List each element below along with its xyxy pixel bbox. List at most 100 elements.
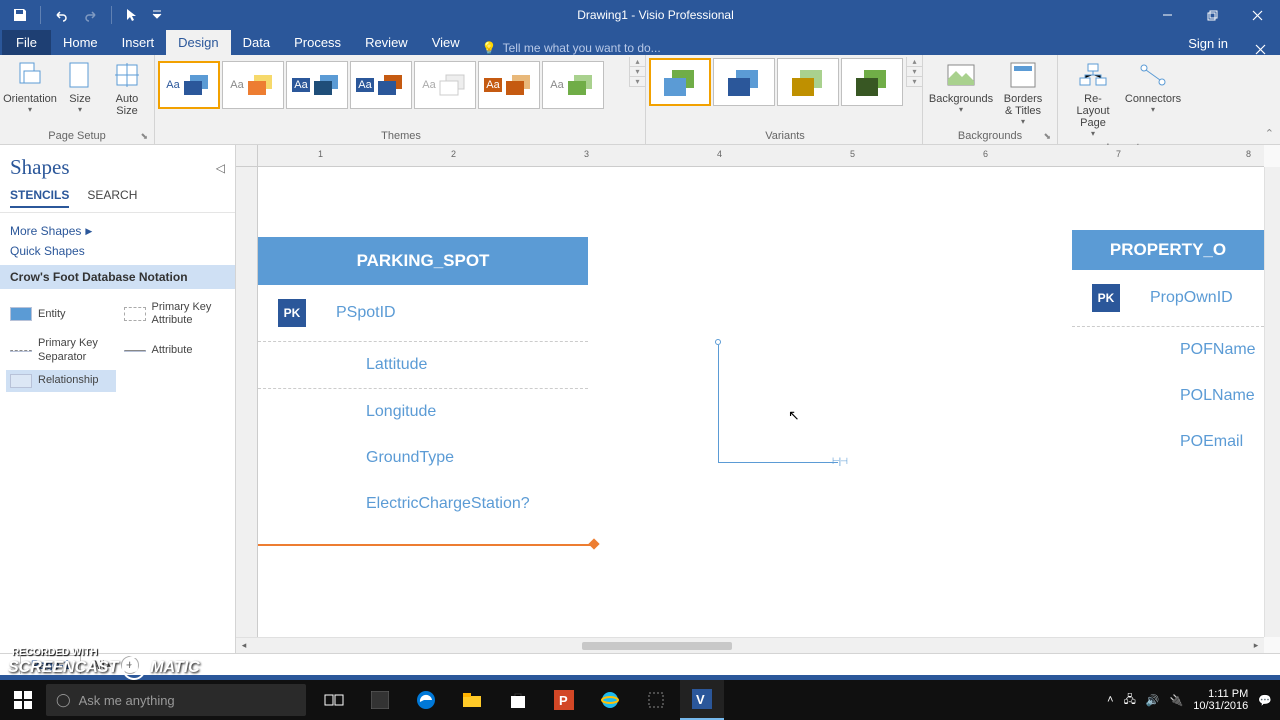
theme-option[interactable]: Aa: [222, 61, 284, 109]
taskbar-store[interactable]: [496, 680, 540, 720]
vertical-scrollbar[interactable]: [1264, 167, 1280, 637]
close-button[interactable]: [1235, 0, 1280, 30]
theme-option[interactable]: Aa: [350, 61, 412, 109]
shape-pk-separator[interactable]: Primary Key Separator: [6, 333, 116, 367]
ruler-corner: [236, 145, 258, 167]
gallery-expand-button[interactable]: ▾: [630, 77, 645, 87]
stencils-tab[interactable]: STENCILS: [10, 188, 69, 208]
theme-option[interactable]: Aa: [478, 61, 540, 109]
dialog-launcher[interactable]: ⬊: [140, 131, 148, 142]
shape-entity[interactable]: Entity: [6, 297, 116, 331]
connectors-button[interactable]: Connectors▾: [1124, 57, 1182, 116]
system-tray: ˄ 🖧 🔊 🔌 1:11 PM 10/31/2016 💬: [1107, 688, 1280, 712]
active-stencil[interactable]: Crow's Foot Database Notation: [0, 265, 235, 289]
shape-pk-attribute[interactable]: Primary Key Attribute: [120, 297, 230, 331]
scroll-down-button[interactable]: ▾: [630, 67, 645, 77]
taskbar-visio[interactable]: V: [680, 680, 724, 720]
start-button[interactable]: [0, 680, 46, 720]
relayout-button[interactable]: Re-Layout Page▾: [1064, 57, 1122, 140]
scroll-thumb[interactable]: [582, 642, 732, 650]
selection-handle[interactable]: [588, 538, 599, 549]
taskbar-search[interactable]: ◯ Ask me anything: [46, 684, 306, 716]
shape-relationship[interactable]: Relationship: [6, 370, 116, 392]
taskbar-app[interactable]: [358, 680, 402, 720]
tab-review[interactable]: Review: [353, 30, 420, 55]
entity-property-owner[interactable]: PROPERTY_O PKPropOwnID POFName POLName P…: [1072, 230, 1264, 465]
more-shapes-link[interactable]: More Shapes ▶: [10, 221, 225, 241]
attribute: POEmail: [1180, 433, 1243, 451]
pointer-tool-button[interactable]: [118, 3, 146, 27]
tab-data[interactable]: Data: [231, 30, 282, 55]
watermark-logo-icon: [122, 656, 146, 680]
restore-button[interactable]: [1190, 0, 1235, 30]
close-document-button[interactable]: [1240, 44, 1280, 55]
screencast-watermark: SCREENCAST MATIC: [8, 656, 200, 680]
scroll-up-button[interactable]: ▴: [907, 57, 922, 67]
theme-option[interactable]: Aa: [158, 61, 220, 109]
file-tab[interactable]: File: [2, 30, 51, 55]
attribute: Lattitude: [366, 356, 427, 374]
tab-insert[interactable]: Insert: [110, 30, 167, 55]
horizontal-scrollbar[interactable]: ◂ ▸: [236, 637, 1264, 653]
taskbar-app-generic[interactable]: [634, 680, 678, 720]
svg-text:P: P: [559, 693, 568, 708]
variant-option[interactable]: [777, 58, 839, 106]
task-view-button[interactable]: [312, 680, 356, 720]
clock[interactable]: 1:11 PM 10/31/2016: [1193, 688, 1248, 712]
variant-option[interactable]: [841, 58, 903, 106]
size-button[interactable]: Size▾: [56, 57, 104, 116]
backgrounds-button[interactable]: Backgrounds▾: [929, 57, 993, 116]
entity-parking-spot[interactable]: PARKING_SPOT PKPSpotID Lattitude Longitu…: [258, 237, 588, 527]
variant-option[interactable]: [713, 58, 775, 106]
windows-taskbar: ◯ Ask me anything P V ˄ 🖧 🔊 🔌 1:11 PM 10…: [0, 680, 1280, 720]
autosize-button[interactable]: Auto Size: [106, 57, 148, 119]
power-icon[interactable]: 🔌: [1170, 694, 1184, 707]
quick-shapes-link[interactable]: Quick Shapes: [10, 241, 225, 261]
collapse-ribbon-button[interactable]: ⌃: [1265, 127, 1274, 140]
group-page-setup: Orientation▾ Size▾ Auto Size Page Setup⬊: [0, 55, 155, 144]
tell-me-placeholder: Tell me what you want to do...: [503, 41, 661, 55]
action-center-button[interactable]: 💬: [1258, 694, 1272, 707]
orientation-button[interactable]: Orientation▾: [6, 57, 54, 116]
undo-button[interactable]: [47, 3, 75, 27]
dialog-launcher[interactable]: ⬊: [1043, 131, 1051, 142]
backgrounds-icon: [945, 59, 977, 91]
vertical-ruler: [236, 167, 258, 637]
borders-titles-button[interactable]: Borders & Titles▾: [995, 57, 1051, 128]
network-icon[interactable]: 🖧: [1124, 691, 1136, 710]
save-button[interactable]: [6, 3, 34, 27]
tab-design[interactable]: Design: [166, 30, 230, 55]
tab-process[interactable]: Process: [282, 30, 353, 55]
relationship-connector[interactable]: ⊢|⊣: [718, 335, 853, 465]
gallery-expand-button[interactable]: ▾: [907, 77, 922, 87]
scroll-left-button[interactable]: ◂: [236, 640, 252, 651]
theme-option[interactable]: Aa: [542, 61, 604, 109]
scroll-up-button[interactable]: ▴: [630, 57, 645, 67]
taskbar-explorer[interactable]: [450, 680, 494, 720]
minimize-button[interactable]: [1145, 0, 1190, 30]
attribute: PSpotID: [336, 304, 396, 322]
sign-in-link[interactable]: Sign in: [1176, 32, 1240, 55]
tab-home[interactable]: Home: [51, 30, 110, 55]
theme-option[interactable]: Aa: [286, 61, 348, 109]
taskbar-edge[interactable]: [404, 680, 448, 720]
volume-icon[interactable]: 🔊: [1146, 694, 1160, 707]
shape-attribute[interactable]: Attribute: [120, 333, 230, 367]
redo-button[interactable]: [77, 3, 105, 27]
search-tab[interactable]: SEARCH: [87, 188, 137, 208]
theme-option[interactable]: Aa: [414, 61, 476, 109]
collapse-shapes-button[interactable]: ◁: [216, 161, 225, 175]
tell-me-search[interactable]: 💡 Tell me what you want to do...: [482, 41, 661, 55]
tab-view[interactable]: View: [420, 30, 472, 55]
tray-expand-button[interactable]: ˄: [1107, 694, 1113, 706]
variant-option[interactable]: [649, 58, 711, 106]
taskbar-powerpoint[interactable]: P: [542, 680, 586, 720]
qat-customize-button[interactable]: [148, 3, 166, 27]
taskbar-ie[interactable]: [588, 680, 632, 720]
scroll-down-button[interactable]: ▾: [907, 67, 922, 77]
entity-title: PARKING_SPOT: [258, 237, 588, 285]
attribute: Longitude: [366, 403, 436, 421]
menu-bar: File Home Insert Design Data Process Rev…: [0, 30, 1280, 55]
drawing-canvas[interactable]: PARKING_SPOT PKPSpotID Lattitude Longitu…: [258, 167, 1264, 637]
scroll-right-button[interactable]: ▸: [1248, 640, 1264, 651]
